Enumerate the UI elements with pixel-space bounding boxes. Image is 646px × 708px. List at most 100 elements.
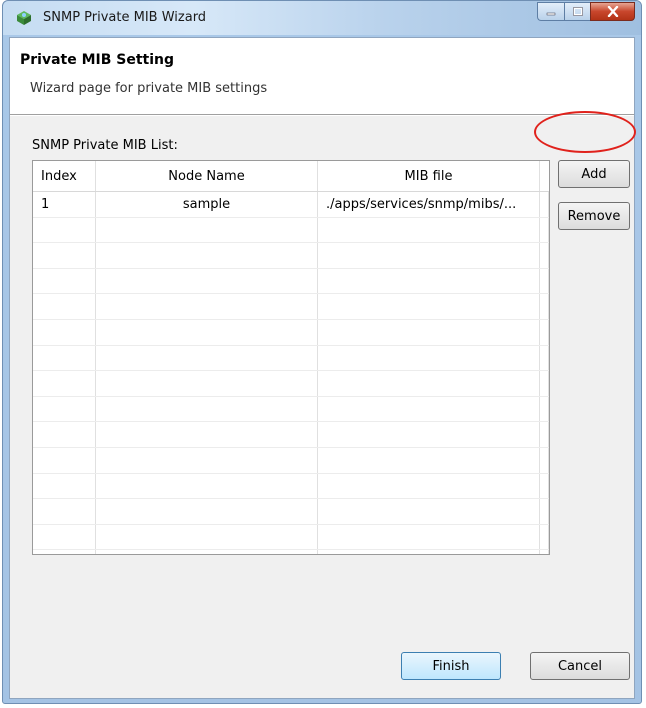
empty-cell — [318, 499, 540, 524]
empty-cell — [33, 217, 96, 243]
empty-cell — [540, 550, 549, 554]
empty-table-row — [33, 473, 549, 500]
empty-cell — [318, 319, 540, 345]
empty-table-row — [33, 499, 549, 525]
column-header-mib-file[interactable]: MIB file — [318, 161, 540, 191]
empty-cell — [540, 294, 549, 319]
page-description: Wizard page for private MIB settings — [30, 81, 268, 96]
empty-cell — [96, 550, 318, 554]
empty-cell — [96, 217, 318, 243]
empty-cell — [540, 447, 549, 473]
empty-cell — [33, 396, 96, 422]
cell-mib-file: ./apps/services/snmp/mibs/... — [318, 192, 540, 217]
empty-cell — [540, 524, 549, 550]
empty-cell — [96, 345, 318, 371]
empty-cell — [540, 217, 549, 243]
empty-table-row — [33, 217, 549, 244]
empty-cell — [33, 473, 96, 499]
empty-cell — [96, 396, 318, 422]
empty-cell — [540, 319, 549, 345]
column-header-node-name[interactable]: Node Name — [96, 161, 318, 191]
table-header: Index Node Name MIB file — [33, 161, 549, 192]
empty-cell — [33, 499, 96, 524]
title-bar[interactable]: SNMP Private MIB Wizard — [3, 1, 641, 35]
empty-cell — [540, 396, 549, 422]
mib-list-label: SNMP Private MIB List: — [32, 138, 178, 153]
empty-table-row — [33, 422, 549, 448]
empty-cell — [33, 345, 96, 371]
empty-cell — [96, 524, 318, 550]
empty-cell — [96, 294, 318, 319]
empty-cell — [33, 294, 96, 319]
empty-table-row — [33, 550, 549, 554]
empty-cell — [318, 243, 540, 268]
cell-index: 1 — [33, 192, 96, 217]
maximize-button[interactable] — [564, 2, 590, 21]
empty-cell — [33, 319, 96, 345]
empty-cell — [540, 371, 549, 396]
cell-filler — [540, 192, 549, 217]
empty-cell — [96, 422, 318, 447]
empty-cell — [33, 268, 96, 294]
empty-cell — [540, 243, 549, 268]
empty-cell — [33, 550, 96, 554]
empty-table-row — [33, 243, 549, 269]
finish-button[interactable]: Finish — [401, 652, 501, 680]
close-icon — [607, 6, 618, 17]
column-header-index[interactable]: Index — [33, 161, 96, 191]
empty-cell — [540, 422, 549, 447]
empty-cell — [318, 345, 540, 371]
maximize-icon — [572, 7, 583, 16]
close-button[interactable] — [590, 2, 635, 21]
empty-cell — [33, 422, 96, 447]
empty-cell — [540, 473, 549, 499]
empty-cell — [96, 473, 318, 499]
empty-cell — [96, 447, 318, 473]
empty-cell — [540, 268, 549, 294]
empty-cell — [318, 217, 540, 243]
table-row[interactable]: 1 sample ./apps/services/snmp/mibs/... — [33, 192, 549, 218]
wizard-window: SNMP Private MIB Wizard Private MIB Sett… — [2, 0, 642, 704]
caption-buttons — [537, 2, 635, 21]
empty-table-row — [33, 524, 549, 551]
window-title: SNMP Private MIB Wizard — [43, 10, 207, 25]
empty-cell — [318, 294, 540, 319]
empty-table-row — [33, 447, 549, 474]
empty-cell — [318, 550, 540, 554]
add-button[interactable]: Add — [558, 160, 630, 188]
empty-cell — [96, 499, 318, 524]
banner-divider — [10, 115, 634, 116]
wizard-content: Private MIB Setting Wizard page for priv… — [9, 37, 635, 699]
empty-table-row — [33, 345, 549, 372]
cancel-button[interactable]: Cancel — [530, 652, 630, 680]
empty-rows — [33, 217, 549, 554]
empty-cell — [318, 422, 540, 447]
empty-cell — [540, 345, 549, 371]
empty-cell — [318, 396, 540, 422]
empty-table-row — [33, 396, 549, 423]
empty-table-row — [33, 268, 549, 295]
empty-cell — [318, 447, 540, 473]
app-icon — [17, 11, 31, 25]
empty-cell — [318, 473, 540, 499]
wizard-banner: Private MIB Setting Wizard page for priv… — [10, 38, 634, 115]
empty-cell — [96, 243, 318, 268]
empty-table-row — [33, 371, 549, 397]
column-header-filler — [540, 161, 549, 191]
cell-node-name: sample — [96, 192, 318, 217]
empty-cell — [33, 243, 96, 268]
empty-cell — [318, 524, 540, 550]
mib-table[interactable]: Index Node Name MIB file 1 sample ./apps… — [32, 160, 550, 555]
empty-table-row — [33, 294, 549, 320]
minimize-button[interactable] — [537, 2, 564, 21]
empty-cell — [540, 499, 549, 524]
empty-cell — [33, 371, 96, 396]
minimize-icon — [546, 12, 556, 15]
empty-cell — [96, 319, 318, 345]
empty-cell — [33, 447, 96, 473]
empty-cell — [318, 371, 540, 396]
empty-cell — [318, 268, 540, 294]
remove-button[interactable]: Remove — [558, 202, 630, 230]
empty-cell — [33, 524, 96, 550]
empty-cell — [96, 268, 318, 294]
